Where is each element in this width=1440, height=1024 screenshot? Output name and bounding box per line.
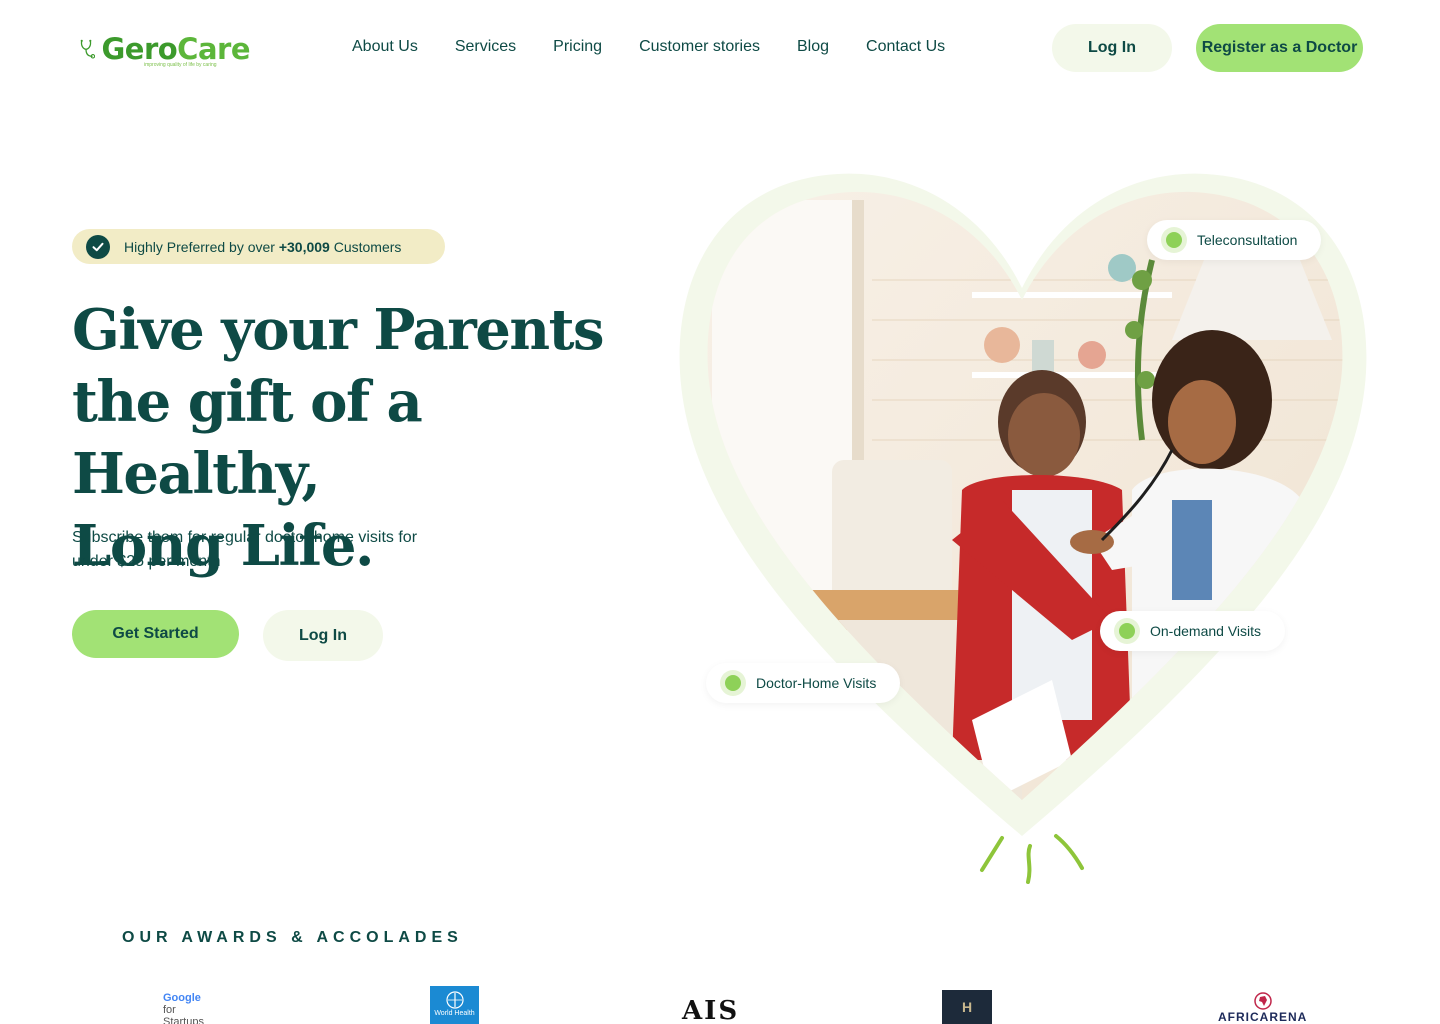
main-nav: About Us Services Pricing Customer stori… — [352, 38, 982, 56]
award-google-for-startups: Google for Startups — [163, 992, 204, 1024]
nav-about-us[interactable]: About Us — [352, 38, 418, 56]
teleconsultation-pill: Teleconsultation — [1147, 220, 1322, 260]
header-login-button[interactable]: Log In — [1052, 24, 1172, 72]
logo-text: GeroCare — [101, 32, 250, 66]
dot-icon — [1161, 227, 1187, 253]
dot-icon — [1114, 618, 1140, 644]
preferred-badge: Highly Preferred by over +30,009 Custome… — [72, 229, 445, 264]
register-doctor-button[interactable]: Register as a Doctor — [1196, 24, 1363, 72]
who-emblem-icon — [445, 991, 464, 1009]
award-who: World Health — [430, 986, 479, 1024]
home-visits-pill: Doctor-Home Visits — [706, 663, 901, 703]
nav-customer-stories[interactable]: Customer stories — [639, 38, 760, 56]
hero-heart-illustration: Teleconsultation On-demand Visits Doctor… — [672, 160, 1382, 900]
hero-subtitle: Subscribe them for regular doctor home v… — [72, 529, 418, 570]
sparkle-lines-icon — [980, 834, 1084, 884]
africa-icon — [1253, 992, 1272, 1010]
badge-text: Highly Preferred by over +30,009 Custome… — [124, 238, 402, 255]
on-demand-pill: On-demand Visits — [1100, 611, 1286, 651]
awards-title: OUR AWARDS & ACCOLADES — [122, 929, 463, 946]
nav-pricing[interactable]: Pricing — [553, 38, 602, 56]
award-africarena: AFRICARENA — [1218, 992, 1307, 1024]
dot-icon — [720, 670, 746, 696]
logo-tagline: improving quality of life by caring — [144, 62, 217, 68]
nav-blog[interactable]: Blog — [797, 38, 829, 56]
get-started-button[interactable]: Get Started — [72, 610, 239, 658]
stethoscope-icon — [80, 39, 96, 59]
award-ais: AIS — [682, 996, 740, 1024]
hero-login-button[interactable]: Log In — [263, 610, 383, 661]
logo[interactable]: GeroCare improving quality of life by ca… — [80, 24, 250, 74]
nav-services[interactable]: Services — [455, 38, 516, 56]
heart-photo — [679, 173, 1367, 836]
award-h: H — [942, 990, 992, 1024]
nav-contact-us[interactable]: Contact Us — [866, 38, 945, 56]
check-icon — [86, 234, 110, 259]
